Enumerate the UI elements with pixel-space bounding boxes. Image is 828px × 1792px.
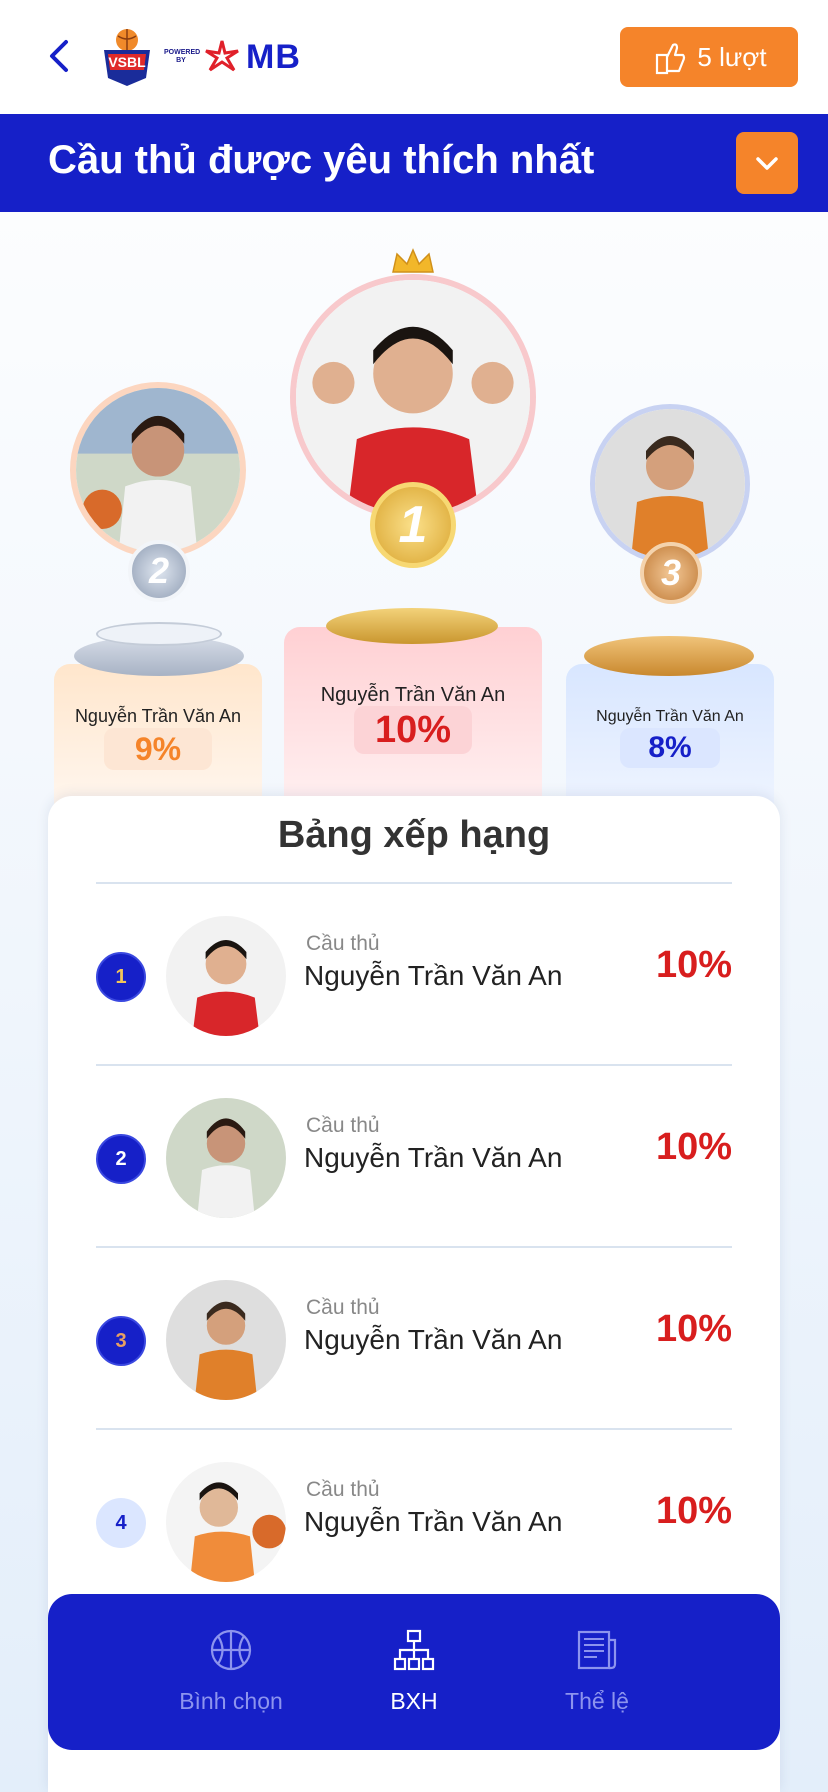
player-role: Cầu thủ xyxy=(306,1114,380,1137)
medal-number-2: 2 xyxy=(148,550,170,591)
powered-by-label: POWERED BY xyxy=(164,49,201,64)
page-title: Cầu thủ được yêu thích nhất xyxy=(48,138,595,182)
podium-avatar-2[interactable] xyxy=(70,382,246,558)
podium-name-1: Nguyễn Trần Văn An xyxy=(320,684,506,706)
bottom-navigation: Bình chọn BXH Thể lệ xyxy=(48,1594,780,1750)
podium-name-2: Nguyễn Trần Văn An xyxy=(74,706,242,726)
svg-text:VSBL: VSBL xyxy=(108,54,146,70)
hierarchy-icon xyxy=(393,1629,435,1671)
rank-badge-1: 1 xyxy=(96,952,146,1002)
chevron-left-icon xyxy=(50,40,68,72)
stand-base-3 xyxy=(584,636,754,676)
player-name: Nguyễn Trần Văn An xyxy=(304,1506,563,1537)
medal-number-1: 1 xyxy=(398,496,428,554)
vsbl-logo-icon: VSBL xyxy=(104,29,150,86)
nav-rules[interactable]: Thể lệ xyxy=(517,1628,677,1715)
votes-remaining-button[interactable]: 5 lượt xyxy=(620,27,798,87)
player-percent: 10% xyxy=(655,1308,732,1350)
ranking-row[interactable]: 4 Cầu thủ Nguyễn Trần Văn An 10% xyxy=(96,1430,732,1610)
player-role: Cầu thủ xyxy=(306,1478,380,1501)
podium-percent-2: 9% xyxy=(104,728,212,770)
silver-medal-icon: 2 xyxy=(128,540,190,602)
crown-icon xyxy=(392,248,434,273)
podium-name-3: Nguyễn Trần Văn An xyxy=(596,708,744,725)
app-header: VSBL POWERED BY MB 5 lượt xyxy=(0,0,828,114)
ranking-row[interactable]: 1 Cầu thủ Nguyễn Trần Văn An 10% xyxy=(96,884,732,1064)
ranking-title: Bảng xếp hạng xyxy=(277,814,551,856)
podium-percent-3: 8% xyxy=(620,728,720,768)
player-percent: 10% xyxy=(655,1126,732,1168)
votes-label: 5 lượt xyxy=(697,41,767,72)
nav-leaderboard[interactable]: BXH xyxy=(334,1628,494,1715)
gold-medal-icon: 1 xyxy=(370,482,456,568)
back-button[interactable] xyxy=(40,36,80,76)
category-title-bar: Cầu thủ được yêu thích nhất xyxy=(0,114,828,212)
rank-badge-3: 3 xyxy=(96,1316,146,1366)
nav-rules-label: Thể lệ xyxy=(565,1688,629,1714)
vote-hand-icon xyxy=(656,43,686,75)
podium-avatar-3[interactable] xyxy=(590,404,750,564)
ranking-row[interactable]: 2 Cầu thủ Nguyễn Trần Văn An 10% xyxy=(96,1066,732,1246)
medal-number-3: 3 xyxy=(660,552,682,593)
nav-vote[interactable]: Bình chọn xyxy=(151,1628,311,1715)
chevron-down-icon xyxy=(756,157,778,170)
player-name: Nguyễn Trần Văn An xyxy=(304,960,563,991)
nav-vote-label: Bình chọn xyxy=(179,1688,283,1714)
basketball-icon xyxy=(210,1629,252,1671)
player-avatar xyxy=(166,916,286,1036)
player-name: Nguyễn Trần Văn An xyxy=(304,1142,563,1173)
nav-leaderboard-label: BXH xyxy=(390,1688,438,1714)
rank-badge-2: 2 xyxy=(96,1134,146,1184)
document-icon xyxy=(577,1630,617,1670)
player-name: Nguyễn Trần Văn An xyxy=(304,1324,563,1355)
mb-brand-text: MB xyxy=(246,37,301,76)
mb-star-icon xyxy=(205,40,239,72)
podium-percent-1: 10% xyxy=(354,706,472,754)
top-three-podium: 2 Nguyễn Trần Văn An 9% 1 Nguyễn Trần Vă… xyxy=(0,212,828,812)
stand-base-1 xyxy=(326,608,498,644)
ranking-row[interactable]: 3 Cầu thủ Nguyễn Trần Văn An 10% xyxy=(96,1248,732,1428)
bronze-medal-icon: 3 xyxy=(640,542,702,604)
player-avatar xyxy=(166,1098,286,1218)
player-avatar xyxy=(166,1462,286,1582)
player-avatar xyxy=(166,1280,286,1400)
player-percent: 10% xyxy=(655,944,732,986)
stand-top-2 xyxy=(96,622,222,646)
player-role: Cầu thủ xyxy=(306,1296,380,1319)
player-percent: 10% xyxy=(655,1490,732,1532)
vsbl-mb-logo: VSBL POWERED BY MB xyxy=(96,26,301,88)
player-role: Cầu thủ xyxy=(306,932,380,955)
category-dropdown-button[interactable] xyxy=(736,132,798,194)
rank-badge-4: 4 xyxy=(96,1498,146,1548)
